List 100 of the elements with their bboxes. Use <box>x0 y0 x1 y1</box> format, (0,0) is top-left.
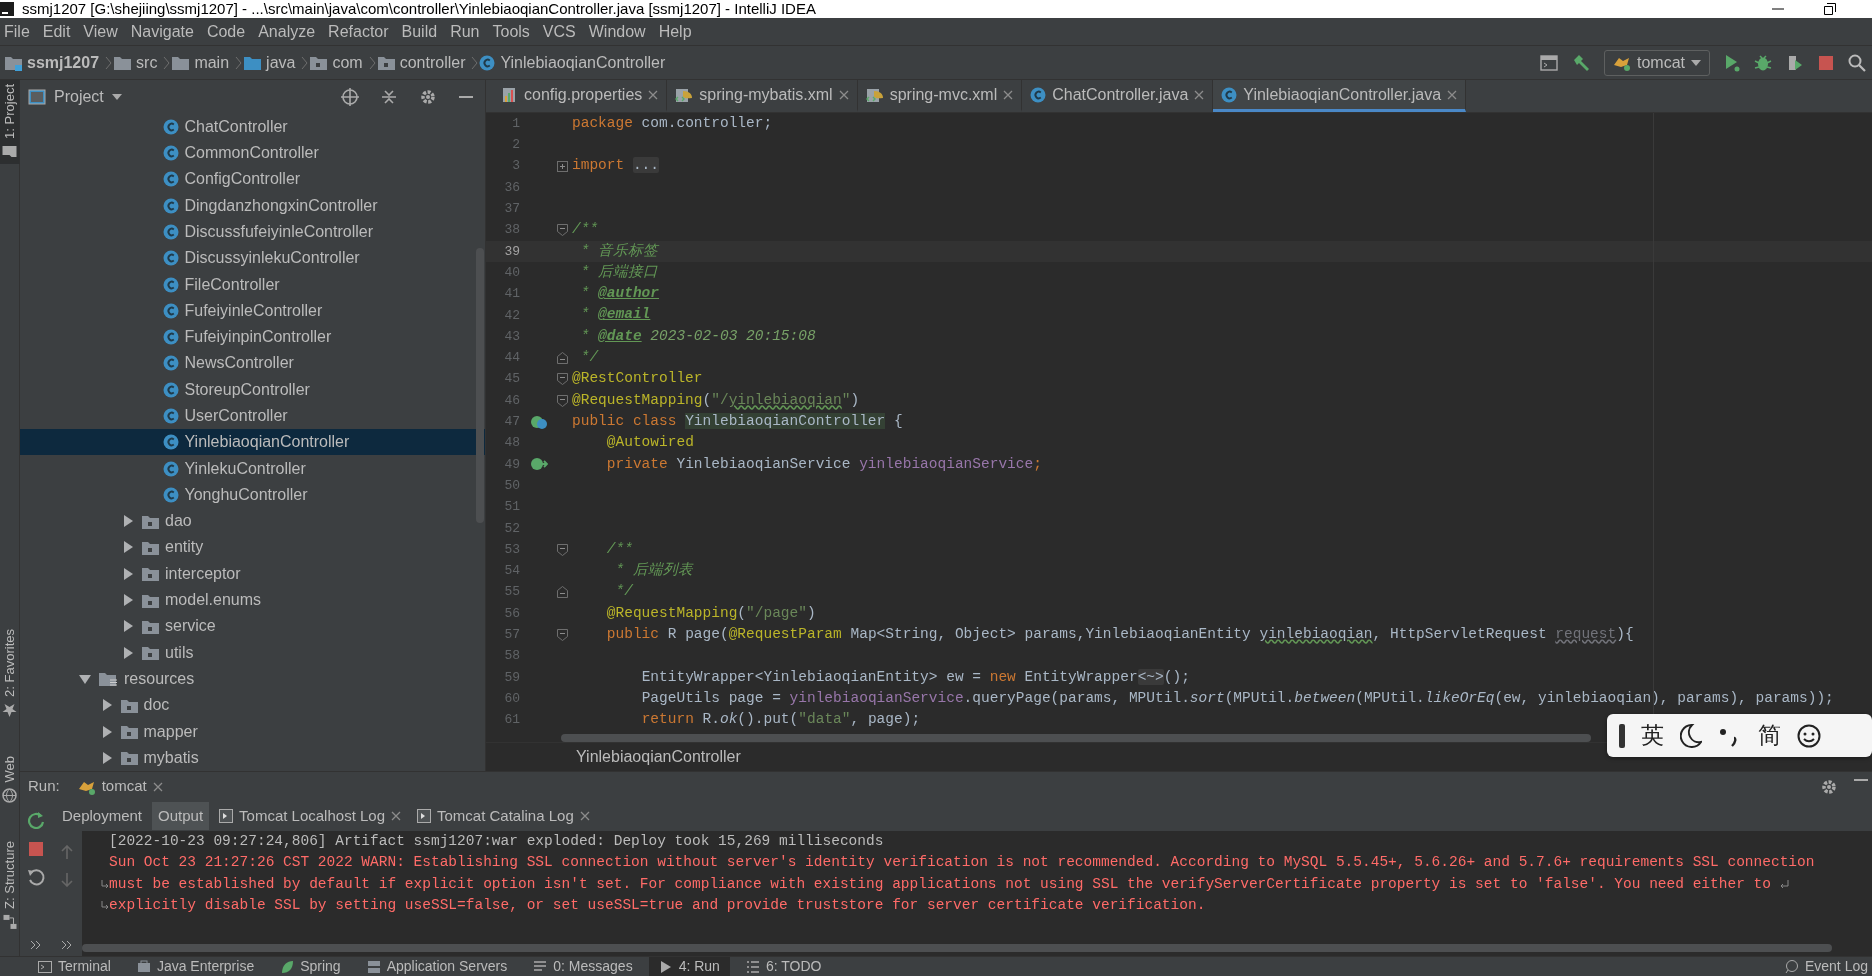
code-line: EntityWrapper<YinlebiaoqianEntity> ew = new EntityWrapper<~>(); <box>641 667 1190 687</box>
menu-item[interactable]: Code <box>202 19 255 44</box>
output-tab[interactable]: Output <box>152 801 210 831</box>
menu-item[interactable]: Window <box>584 19 655 44</box>
menu-item[interactable]: Navigate <box>126 19 203 44</box>
code-line: * 音乐标签 <box>580 241 659 261</box>
code-line: @RequestMapping("/yinlebiaoqian") <box>572 390 860 410</box>
tool-window-button[interactable]: Java Enterprise <box>126 957 265 976</box>
tree-item[interactable]: YinlekuController <box>20 455 485 482</box>
line-number: 43 <box>503 327 521 346</box>
breadcrumb-item[interactable]: YinlebiaoqianController <box>576 745 741 769</box>
tree-item[interactable]: DiscussyinlekuController <box>20 245 485 272</box>
line-number: 46 <box>503 391 521 410</box>
tree-item[interactable]: FileController <box>20 271 485 298</box>
tree-item[interactable]: NewsController <box>20 350 485 377</box>
code-line: package com.controller; <box>572 113 773 133</box>
tree-item[interactable]: entity <box>20 534 485 561</box>
output-tab[interactable]: Deployment <box>56 801 149 831</box>
tree-item[interactable]: mapper <box>20 718 485 745</box>
code-line: */ <box>615 582 633 602</box>
console-line: must be established by default if explicit option isn't set. For compliance with existing applications not using SSL the verifyServerCertificate property is set to 'false'. You need either to <box>109 874 1771 894</box>
tree-item[interactable]: dao <box>20 508 485 535</box>
tool-window-button[interactable]: Spring <box>270 957 351 976</box>
code-line: /** <box>572 220 599 240</box>
editor-tab[interactable]: config.properties <box>494 80 668 112</box>
ime-mode-toggle[interactable]: 简 <box>1758 718 1781 753</box>
tree-item[interactable]: StoreupController <box>20 376 485 403</box>
breadcrumb-item[interactable]: src <box>113 50 158 75</box>
tree-item[interactable]: FufeiyinpinController <box>20 323 485 351</box>
tree-item[interactable]: ChatController <box>20 113 485 140</box>
tree-item[interactable]: DingdanzhongxinController <box>20 192 485 219</box>
tree-item[interactable]: service <box>20 613 485 640</box>
menu-item[interactable]: Tools <box>488 19 539 44</box>
tree-item[interactable]: resources <box>20 665 485 693</box>
tool-window-button[interactable]: Terminal <box>28 957 121 976</box>
breadcrumb-item[interactable]: java <box>243 50 296 75</box>
editor-tab[interactable]: spring-mybatis.xml <box>667 80 858 112</box>
tree-item[interactable]: utils <box>20 639 485 666</box>
line-number: 1 <box>511 114 521 133</box>
breadcrumb-item[interactable]: YinlebiaoqianController <box>479 50 666 75</box>
tool-window-button[interactable]: 6: TODO <box>735 957 832 976</box>
tree-item[interactable]: DiscussfufeiyinleController <box>20 218 485 246</box>
menu-item[interactable]: View <box>79 19 127 44</box>
run-config-tab[interactable]: tomcat <box>71 772 169 801</box>
line-number: 59 <box>503 668 521 687</box>
tree-item[interactable]: YonghuController <box>20 481 485 509</box>
tree-item[interactable]: mybatis <box>20 744 485 771</box>
event-log-button[interactable]: Event Log <box>1784 957 1872 976</box>
panel-title: Run: <box>28 776 60 797</box>
tree-item[interactable]: doc <box>20 692 485 719</box>
menu-item[interactable]: Build <box>397 19 447 44</box>
console-line: Sun Oct 23 21:27:26 CST 2022 WARN: Establishing SSL connection without server's identity verification is not recommended. According to MySQL 5.5.45+, 5.6.26+ and 5.7.6+ requirements SSL connection <box>109 853 1815 873</box>
tree-item[interactable]: interceptor <box>20 560 485 587</box>
menu-item[interactable]: Help <box>654 19 701 44</box>
ime-mode-toggle[interactable]: 英 <box>1641 718 1664 753</box>
window-title: ssmj1207 [G:\shejiing\ssmj1207] - ...\src\main\java\com\controller\YinlebiaoqianController.java [ssmj1207] - IntelliJ IDEA <box>22 0 816 18</box>
side-tab[interactable]: Web <box>0 751 20 808</box>
breadcrumb-item[interactable]: com <box>309 50 363 75</box>
code-line: * @date 2023-02-03 20:15:08 <box>580 326 816 346</box>
side-tab[interactable]: 2: Favorites <box>0 624 20 722</box>
line-number: 41 <box>503 285 521 304</box>
line-number: 37 <box>503 200 521 219</box>
line-number: 44 <box>503 349 521 368</box>
menu-item[interactable]: Refactor <box>324 19 398 44</box>
code-line: return R.ok().put("data", page); <box>641 710 921 730</box>
console-line: [2022-10-23 09:27:24,806] Artifact ssmj1207:war exploded: Deploy took 15,269 milliseconds <box>109 831 884 851</box>
breadcrumb-item[interactable]: ssmj1207 <box>4 50 100 75</box>
output-tab[interactable]: Tomcat Catalina Log <box>411 801 596 831</box>
tree-item[interactable]: model.enums <box>20 586 485 614</box>
output-tab[interactable]: Tomcat Localhost Log <box>213 801 407 831</box>
code-line: /** <box>606 539 633 559</box>
code-line: public class YinlebiaoqianController { <box>572 411 903 431</box>
menu-item[interactable]: Analyze <box>254 19 325 44</box>
code-line: * 后端列表 <box>615 561 693 580</box>
line-number: 60 <box>503 689 521 708</box>
code-line: @RestController <box>572 369 703 389</box>
menu-item[interactable]: Edit <box>38 19 80 44</box>
breadcrumb-item[interactable]: controller <box>376 50 466 75</box>
line-number: 45 <box>503 370 521 389</box>
project-view-dropdown[interactable]: Project <box>28 84 122 109</box>
line-number: 57 <box>503 626 521 644</box>
tree-item[interactable]: FufeiyinleController <box>20 297 485 324</box>
line-number: 2 <box>511 136 521 155</box>
tree-item[interactable]: UserController <box>20 402 485 430</box>
side-tab[interactable]: 1: Project <box>0 80 20 164</box>
menu-item[interactable]: Run <box>446 19 489 44</box>
tree-item[interactable]: CommonController <box>20 139 485 167</box>
tree-item[interactable]: ConfigController <box>20 166 485 193</box>
side-tab[interactable]: Z: Structure <box>0 837 20 934</box>
tool-window-button[interactable]: 0: Messages <box>523 957 643 976</box>
run-config-dropdown[interactable]: tomcat <box>1604 49 1710 76</box>
editor-tab[interactable]: spring-mvc.xml <box>857 80 1023 112</box>
menu-item[interactable]: VCS <box>538 19 585 44</box>
editor-tab[interactable]: YinlebiaoqianController.java <box>1213 80 1467 112</box>
line-number: 53 <box>503 540 521 559</box>
tool-window-button[interactable]: 4: Run <box>648 957 730 976</box>
breadcrumb-item[interactable]: main <box>171 50 230 75</box>
menu-item[interactable]: File <box>0 19 39 44</box>
tree-item[interactable]: YinlebiaoqianController <box>20 429 485 456</box>
tool-window-button[interactable]: Application Servers <box>356 957 518 976</box>
